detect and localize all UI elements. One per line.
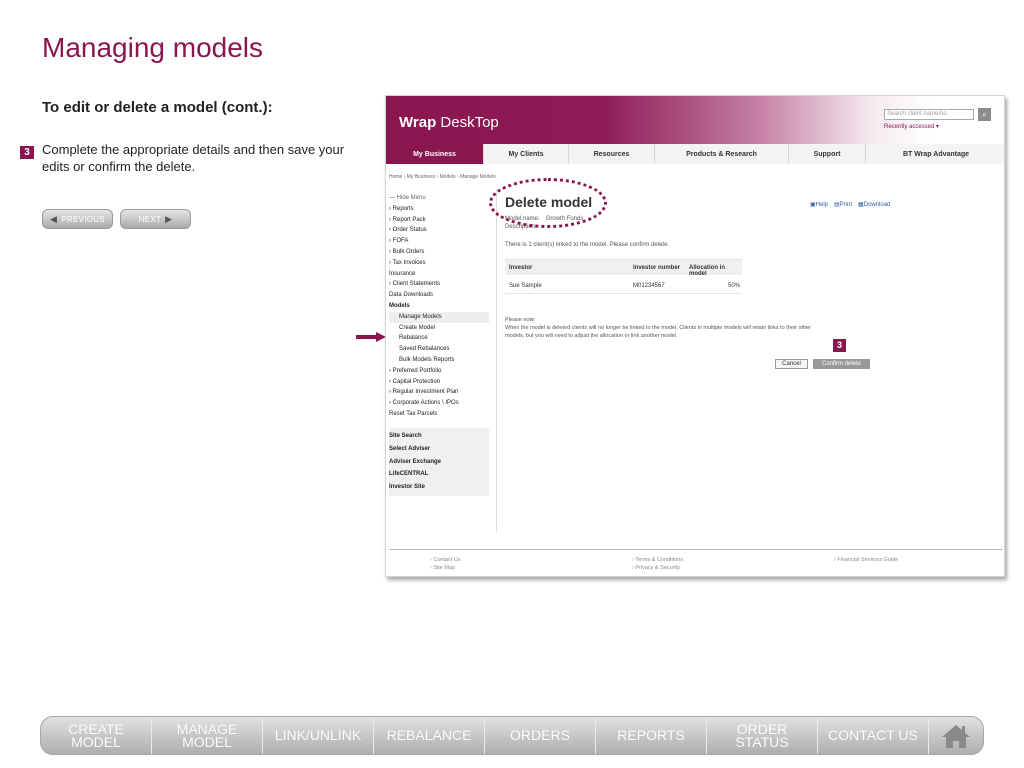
sidebar-item-adviser-exchange[interactable]: Adviser Exchange — [389, 456, 489, 469]
note-title: Please note: — [505, 317, 536, 323]
tab-support[interactable]: Support — [789, 144, 866, 164]
tab-bt-wrap-advantage[interactable]: BT Wrap Advantage — [866, 144, 1004, 164]
sidebar-item-tax-invoices[interactable]: › Tax Invoices — [389, 258, 489, 269]
nav-manage-model[interactable]: MANAGE MODEL — [152, 717, 263, 754]
main-nav-tabs: My Business My Clients Resources Product… — [386, 144, 1004, 164]
right-triangle-icon: ▶ — [165, 213, 173, 224]
nav-orders[interactable]: ORDERS — [485, 717, 596, 754]
investor-table-header: Investor Investor number Allocation in m… — [505, 259, 742, 277]
pointer-arrow-icon — [356, 332, 386, 342]
section-subtitle: To edit or delete a model (cont.): — [42, 99, 273, 116]
next-button[interactable]: NEXT ▶ — [120, 209, 191, 229]
search-icon[interactable]: ⌕ — [978, 108, 991, 121]
tab-my-clients[interactable]: My Clients — [484, 144, 569, 164]
footer-links-2: › Terms & Conditions › Privacy & Securit… — [632, 556, 683, 572]
footer-divider — [389, 549, 1003, 550]
nav-reports[interactable]: REPORTS — [596, 717, 707, 754]
bottom-navigation: CREATE MODEL MANAGE MODEL LINK/UNLINK RE… — [40, 716, 984, 755]
sidebar-divider — [496, 189, 497, 532]
highlight-ring — [489, 178, 607, 228]
sidebar-item-client-statements[interactable]: › Client Statements — [389, 279, 489, 290]
nav-home[interactable] — [929, 717, 983, 754]
footer-links-1: › Contact Us › Site Map — [430, 556, 461, 572]
sidebar-item-create-model[interactable]: Create Model — [389, 323, 489, 334]
sidebar-item-order-status[interactable]: › Order Status — [389, 225, 489, 236]
sidebar-item-select-adviser[interactable]: Select Adviser — [389, 443, 489, 456]
sidebar-item-preferred-portfolio[interactable]: › Preferred Portfolio — [389, 366, 489, 377]
nav-rebalance[interactable]: REBALANCE — [374, 717, 485, 754]
sidebar-item-reset-tax-parcels[interactable]: Reset Tax Parcels — [389, 409, 489, 420]
nav-link-unlink[interactable]: LINK/UNLINK — [263, 717, 374, 754]
tab-my-business[interactable]: My Business — [386, 144, 484, 164]
nav-order-status[interactable]: ORDER STATUS — [707, 717, 818, 754]
sidebar-item-data-downloads[interactable]: Data Downloads — [389, 290, 489, 301]
previous-button[interactable]: ◀ PREVIOUS — [42, 209, 113, 229]
sidebar-item-models[interactable]: Models — [389, 301, 489, 312]
footer-links-3: › Financial Services Guide — [834, 556, 898, 564]
note-text: When the model is deleted clients will n… — [505, 325, 812, 339]
contact-us-link[interactable]: › Contact Us — [430, 556, 461, 564]
sidebar-tools-box: Site Search Select Adviser Adviser Excha… — [389, 427, 489, 497]
download-link[interactable]: ▦Download — [858, 201, 890, 208]
site-map-link[interactable]: › Site Map — [430, 564, 461, 572]
client-search-input[interactable]: Search client name/no. — [884, 109, 974, 120]
sidebar-menu: — Hide Menu › Reports › Report Pack › Or… — [389, 193, 489, 497]
sidebar-item-regular-investment-plan[interactable]: › Regular Investment Plan — [389, 387, 489, 398]
nav-contact-us[interactable]: CONTACT US — [818, 717, 929, 754]
step-number-badge: 3 — [20, 146, 34, 159]
left-triangle-icon: ◀ — [50, 213, 58, 224]
privacy-security-link[interactable]: › Privacy & Security — [632, 564, 683, 572]
sidebar-item-reports[interactable]: › Reports — [389, 204, 489, 215]
sidebar-item-fofa[interactable]: › FOFA — [389, 236, 489, 247]
sidebar-item-saved-rebalances[interactable]: Saved Rebalances — [389, 344, 489, 355]
table-row: Sue Sample M01234567 50% — [505, 278, 742, 294]
page-title: Managing models — [42, 32, 264, 63]
sidebar-item-capital-protection[interactable]: › Capital Protection — [389, 377, 489, 388]
next-label: NEXT — [138, 214, 162, 224]
previous-label: PREVIOUS — [61, 214, 105, 224]
tab-resources[interactable]: Resources — [569, 144, 655, 164]
step-marker-badge: 3 — [833, 339, 846, 352]
nav-create-model[interactable]: CREATE MODEL — [41, 717, 152, 754]
sidebar-item-manage-models[interactable]: Manage Models — [389, 311, 489, 323]
home-icon — [942, 724, 970, 748]
step-instruction: Complete the appropriate details and the… — [42, 142, 345, 174]
app-header: Wrap DeskTop Search client name/no. ⌕ Re… — [386, 96, 1004, 146]
sidebar-item-bulk-orders[interactable]: › Bulk Orders — [389, 247, 489, 258]
sidebar-item-site-search[interactable]: Site Search — [389, 430, 489, 443]
print-link[interactable]: ▤Print — [834, 201, 852, 208]
column-header-investor: Investor — [509, 265, 533, 271]
sidebar-item-insurance[interactable]: Insurance — [389, 269, 489, 280]
help-link[interactable]: ▣Help — [810, 201, 828, 208]
sidebar-item-rebalance[interactable]: Rebalance — [389, 333, 489, 344]
sidebar-item-bulk-models-reports[interactable]: Bulk Models Reports — [389, 355, 489, 366]
column-header-investor-number: Investor number — [633, 265, 681, 271]
linked-clients-message: There is 1 client(s) linked to the model… — [505, 242, 670, 248]
allocation-cell: 50% — [727, 283, 740, 289]
page-toolbar: ▣Help ▤Print ▦Download — [810, 201, 890, 208]
app-screenshot: Wrap DeskTop Search client name/no. ⌕ Re… — [385, 95, 1005, 577]
financial-services-guide-link[interactable]: › Financial Services Guide — [834, 556, 898, 564]
confirm-delete-button[interactable]: Confirm delete — [813, 359, 870, 369]
sidebar-item-corporate-actions[interactable]: › Corporate Actions \ IPOs — [389, 398, 489, 409]
investor-name-cell: Sue Sample — [509, 283, 542, 289]
column-header-allocation: Allocation in model — [689, 265, 725, 277]
sidebar-item-lifecentral[interactable]: LifeCENTRAL — [389, 468, 489, 481]
cancel-button[interactable]: Cancel — [775, 359, 808, 369]
recently-accessed-link[interactable]: Recently accessed ▾ — [884, 123, 939, 130]
sidebar-item-investor-site[interactable]: Investor Site — [389, 481, 489, 494]
breadcrumb[interactable]: Home › My Business › Models › Manage Mod… — [389, 174, 496, 180]
terms-conditions-link[interactable]: › Terms & Conditions — [632, 556, 683, 564]
wrap-desktop-logo[interactable]: Wrap DeskTop — [399, 114, 499, 131]
sidebar-item-report-pack[interactable]: › Report Pack — [389, 215, 489, 226]
tab-products-research[interactable]: Products & Research — [655, 144, 789, 164]
investor-number-cell: M01234567 — [633, 283, 665, 289]
sidebar-item-hide-menu[interactable]: — Hide Menu — [389, 193, 489, 204]
please-note: Please note: When the model is deleted c… — [505, 316, 815, 340]
